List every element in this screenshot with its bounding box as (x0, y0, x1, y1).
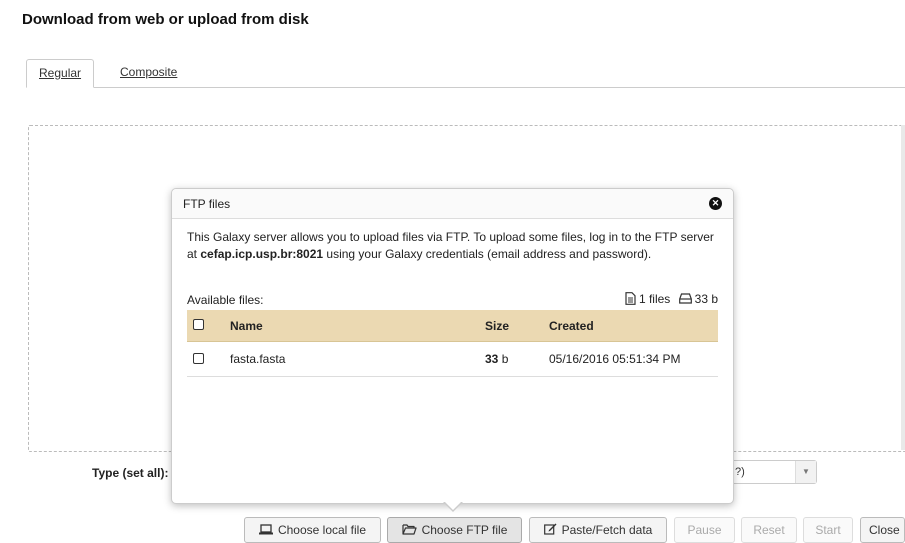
row-checkbox[interactable] (193, 353, 204, 364)
upload-tabs: Regular Composite (26, 59, 905, 88)
file-count: 1 files (638, 292, 671, 307)
file-name: fasta.fasta (230, 352, 286, 366)
edit-icon (543, 519, 557, 543)
file-icon (625, 292, 636, 308)
file-size-unit: b (498, 352, 509, 366)
total-size: 33 b (694, 292, 718, 307)
scroll-strip (901, 125, 905, 450)
ftp-message: This Galaxy server allows you to upload … (187, 229, 722, 263)
reset-button[interactable]: Reset (741, 517, 797, 543)
column-size: Size (485, 319, 510, 333)
choose-local-file-label: Choose local file (277, 523, 367, 537)
laptop-icon (258, 519, 273, 543)
popup-title: FTP files (183, 197, 231, 211)
pause-button[interactable]: Pause (674, 517, 735, 543)
choose-local-file-button[interactable]: Choose local file (244, 517, 381, 543)
ftp-stats: 1 files 33 b (625, 292, 718, 308)
column-created: Created (549, 319, 594, 333)
genome-select-value: ?) (735, 466, 745, 478)
paste-fetch-data-label: Paste/Fetch data (561, 523, 653, 537)
choose-ftp-file-label: Choose FTP file (421, 523, 508, 537)
file-created: 05/16/2016 05:51:34 PM (549, 352, 681, 366)
chevron-down-icon: ▼ (795, 461, 816, 483)
ftp-message-post: using your Galaxy credentials (email add… (323, 247, 652, 261)
ftp-files-popup: FTP files ✕ This Galaxy server allows yo… (171, 188, 734, 504)
file-size-number: 33 (485, 352, 499, 366)
close-circle-icon[interactable]: ✕ (709, 197, 722, 210)
tab-regular[interactable]: Regular (26, 59, 95, 88)
ftp-files-table: Name Size Created fasta.fasta 33 b 05/16… (187, 310, 718, 377)
start-button[interactable]: Start (803, 517, 853, 543)
popup-header: FTP files ✕ (172, 189, 733, 219)
table-header: Name Size Created (187, 310, 718, 342)
choose-ftp-file-button[interactable]: Choose FTP file (387, 517, 522, 543)
tab-composite[interactable]: Composite (108, 59, 189, 86)
table-row[interactable]: fasta.fasta 33 b 05/16/2016 05:51:34 PM (187, 342, 718, 377)
paste-fetch-data-button[interactable]: Paste/Fetch data (529, 517, 667, 543)
file-size: 33 b (485, 352, 508, 366)
page-title: Download from web or upload from disk (22, 11, 309, 28)
available-files-label: Available files: (187, 293, 264, 307)
popup-caret-inner (444, 501, 462, 510)
column-name: Name (230, 319, 263, 333)
select-all-checkbox[interactable] (193, 319, 204, 330)
ftp-server-address: cefap.icp.usp.br:8021 (200, 247, 324, 261)
folder-open-icon (401, 519, 417, 543)
genome-select[interactable]: ?) ▼ (720, 460, 817, 484)
hard-drive-icon (678, 293, 692, 307)
type-set-all-label: Type (set all): (92, 466, 169, 480)
close-button[interactable]: Close (860, 517, 905, 543)
